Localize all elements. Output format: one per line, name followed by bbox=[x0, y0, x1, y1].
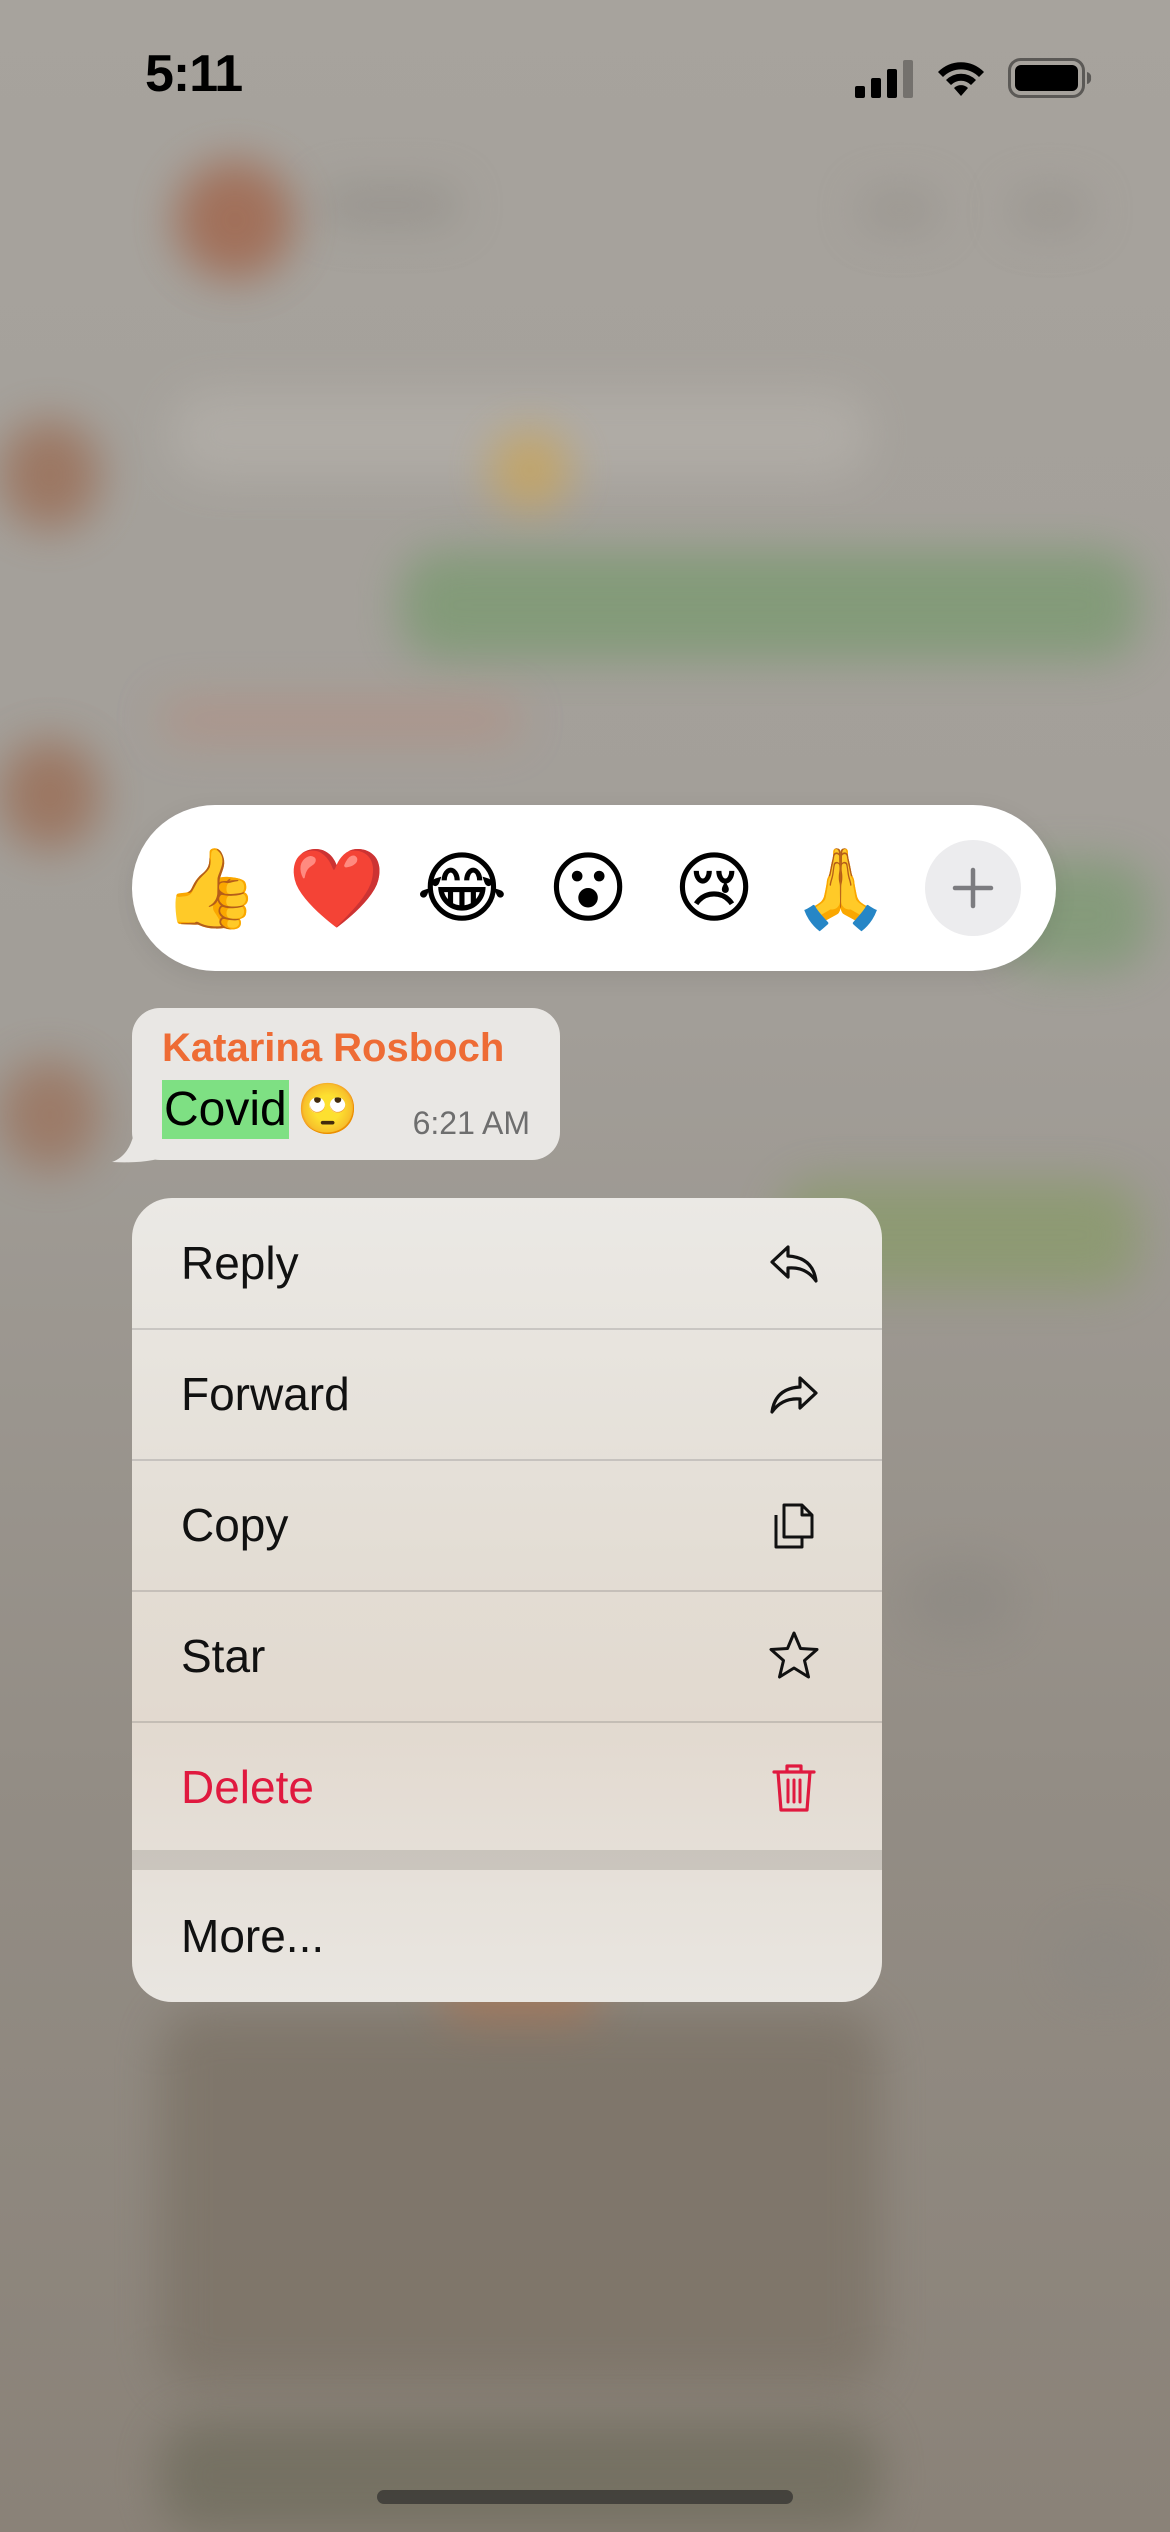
more-label: More... bbox=[181, 1910, 325, 1962]
wifi-icon bbox=[938, 62, 984, 96]
reply-arrow-icon bbox=[770, 1245, 818, 1283]
eye-roll-emoji: 🙄 bbox=[296, 1081, 359, 1137]
menu-section-separator bbox=[132, 1850, 882, 1870]
forward-arrow-icon bbox=[770, 1376, 818, 1414]
trash-icon bbox=[772, 1764, 816, 1812]
reaction-tears-of-joy[interactable]: 😂 bbox=[414, 840, 510, 936]
reaction-heart[interactable]: ❤️ bbox=[288, 840, 385, 936]
more-reactions-button[interactable] bbox=[925, 840, 1021, 936]
delete-label: Delete bbox=[181, 1761, 314, 1813]
copy-documents-icon bbox=[774, 1503, 814, 1549]
reaction-thumbs-up[interactable]: 👍 bbox=[162, 840, 259, 936]
message-context-menu: Reply Forward Copy Star Delete More... bbox=[132, 1198, 882, 2002]
status-time: 5:11 bbox=[145, 45, 243, 103]
status-bar: 5:11 bbox=[0, 0, 1170, 150]
copy-label: Copy bbox=[181, 1499, 289, 1551]
reply-label: Reply bbox=[181, 1237, 299, 1289]
star-icon bbox=[769, 1631, 819, 1679]
reply-menu-item[interactable]: Reply bbox=[132, 1198, 882, 1328]
star-menu-item[interactable]: Star bbox=[132, 1591, 882, 1721]
cellular-signal-icon bbox=[855, 60, 913, 98]
forward-label: Forward bbox=[181, 1368, 350, 1420]
reaction-bar: 👍 ❤️ 😂 😮 😢 🙏 bbox=[132, 805, 1056, 971]
reaction-crying[interactable]: 😢 bbox=[666, 840, 762, 936]
reaction-surprised[interactable]: 😮 bbox=[540, 840, 636, 936]
home-indicator[interactable] bbox=[377, 2490, 793, 2504]
copy-menu-item[interactable]: Copy bbox=[132, 1460, 882, 1590]
message-timestamp: 6:21 AM bbox=[412, 1105, 530, 1141]
plus-icon bbox=[952, 867, 994, 909]
forward-menu-item[interactable]: Forward bbox=[132, 1329, 882, 1459]
star-label: Star bbox=[181, 1630, 266, 1682]
reaction-praying-hands[interactable]: 🙏 bbox=[792, 840, 889, 936]
highlighted-text: Covid bbox=[162, 1080, 289, 1139]
message-text: Covid 🙄 bbox=[162, 1080, 359, 1139]
sender-name: Katarina Rosboch bbox=[162, 1026, 505, 1070]
battery-icon bbox=[1008, 58, 1092, 98]
more-menu-item[interactable]: More... bbox=[132, 1870, 882, 2002]
message-bubble[interactable]: Katarina Rosboch Covid 🙄 6:21 AM bbox=[132, 1008, 560, 1160]
delete-menu-item[interactable]: Delete bbox=[132, 1722, 882, 1852]
